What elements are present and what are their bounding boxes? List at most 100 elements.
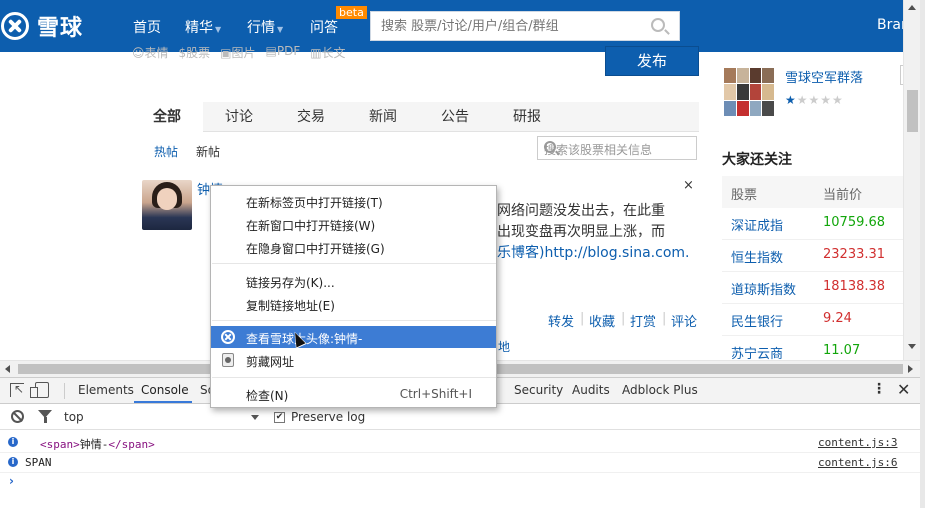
menu-open-new-tab[interactable]: 在新标签页中打开链接(T) [211,190,496,212]
stock-name[interactable]: 民生银行 [731,311,783,330]
console-message-text[interactable]: <span>钟情-</span> [40,436,155,452]
close-icon[interactable]: × [683,178,694,193]
stock-name[interactable]: 恒生指数 [731,247,783,266]
stock-tool[interactable]: $股票 [179,44,211,61]
menu-copy-link[interactable]: 复制链接地址(E) [211,293,496,315]
table-row[interactable]: 民生银行 9.24 [722,304,903,336]
menu-separator [212,377,496,378]
nav-market[interactable]: 行情 ▼ [247,17,283,37]
post-text: 出现变盘再次明显上涨，而 [497,224,665,240]
console-prompt[interactable]: › [9,474,14,488]
subtab-hot[interactable]: 热帖 [154,143,178,160]
tab-research[interactable]: 研报 [491,102,563,132]
page: 雪球 首页 精华▼ 行情▼ 问答 beta Bran ☺表情 $股票 ▣图片 ▤… [0,0,925,508]
tab-announcement[interactable]: 公告 [419,102,491,132]
favorite-link[interactable]: 收藏 [589,311,615,330]
menu-separator [212,263,496,264]
menu-save-link-as[interactable]: 链接另存为(K)... [211,270,496,292]
source-link[interactable]: content.js:3 [818,436,897,449]
next-post-fragment[interactable]: 地 [498,338,510,355]
search-icon[interactable] [651,18,665,32]
scroll-thumb[interactable] [907,90,918,132]
xueqiu-logo[interactable]: 雪球 [0,11,83,41]
post-text-line: 出现变盘再次明显上涨，而 [497,221,665,241]
tab-all[interactable]: 全部 [131,102,203,132]
info-icon: i [8,457,18,467]
price-col-header: 当前价 [823,188,863,203]
divider: | [621,311,626,326]
vertical-scrollbar[interactable] [903,0,920,360]
pdf-tool[interactable]: ▤PDF [266,44,301,61]
tab-security[interactable]: Security [514,383,563,397]
emoji-tool[interactable]: ☺表情 [132,44,169,61]
more-options-icon[interactable]: ⋮ [872,381,886,397]
scroll-down-icon[interactable] [908,344,916,349]
chevron-down-icon[interactable] [251,415,259,420]
subtab-new[interactable]: 新帖 [196,143,220,160]
avatar[interactable] [142,180,192,230]
nav-qa[interactable]: 问答 [310,17,338,37]
table-row[interactable]: 深证成指 10759.68 [722,208,903,240]
tab-adblock-plus[interactable]: Adblock Plus [622,383,698,397]
post-text-line: 乐博客)http://blog.sina.com. [497,242,689,262]
source-link[interactable]: content.js:6 [818,456,897,469]
group-avatar-grid[interactable] [724,68,774,116]
group-name-link[interactable]: 雪球空军群落 [785,67,863,86]
scroll-up-icon[interactable] [908,5,916,10]
logo-text: 雪球 [37,16,84,41]
post-text: 网络问题没发出去，在此重 [497,203,665,219]
menu-item-label: 复制链接地址(E) [246,299,335,313]
tab-news[interactable]: 新闻 [347,102,419,132]
table-row[interactable]: 道琼斯指数 18138.38 [722,272,903,304]
scroll-left-icon[interactable] [5,365,10,373]
nav-featured-label: 精华 [185,20,213,36]
site-search-input[interactable] [371,12,641,40]
tab-trade[interactable]: 交易 [275,102,347,132]
scroll-right-icon[interactable] [908,365,913,373]
comment-link[interactable]: 评论 [671,311,697,330]
html-close-tag: </span> [108,438,155,451]
context-selector[interactable]: top [64,410,84,424]
blog-link-text[interactable]: 乐博客) [497,245,544,261]
menu-view-avatar[interactable]: 查看雪球大头像:钟情- [211,326,496,348]
search-icon[interactable] [544,141,556,153]
menu-item-label: 在隐身窗口中打开链接(G) [246,242,385,256]
preserve-log-checkbox[interactable]: ✔ [274,412,285,423]
menu-inspect[interactable]: 检查(N) Ctrl+Shift+I [211,383,496,405]
long-article-tool[interactable]: ▥长文 [310,44,345,61]
tab-console[interactable]: Console [141,383,189,397]
menu-item-label: 在新窗口中打开链接(W) [246,219,376,233]
close-icon[interactable]: ✕ [897,380,910,399]
nav-home[interactable]: 首页 [133,17,161,37]
repost-link[interactable]: 转发 [548,311,574,330]
tab-audits[interactable]: Audits [572,383,610,397]
menu-clip-url[interactable]: 剪藏网址 [211,349,496,371]
tab-elements[interactable]: Elements [78,383,134,397]
blog-url-link[interactable]: http://blog.sina.com. [544,245,689,261]
image-tool[interactable]: ▣图片 [220,44,255,61]
composer-tools: ☺表情 $股票 ▣图片 ▤PDF ▥长文 [132,44,346,61]
menu-open-incognito[interactable]: 在隐身窗口中打开链接(G) [211,236,496,258]
filter-icon[interactable] [38,410,52,423]
post-text-line: 网络问题没发出去，在此重 [497,200,665,220]
stock-price: 9.24 [823,311,852,326]
html-content: 钟情- [79,438,109,451]
clear-console-icon[interactable] [11,410,24,423]
nav-featured[interactable]: 精华 ▼ [185,17,221,37]
stock-name[interactable]: 道琼斯指数 [731,279,796,298]
xueqiu-logo-icon [1,12,29,40]
feed-tabs: 全部 讨论 交易 新闻 公告 研报 [131,102,699,132]
device-toolbar-icon[interactable] [30,382,49,398]
publish-button[interactable]: 发布 [605,46,699,76]
stock-col-header: 股票 [731,188,758,203]
table-row[interactable]: 恒生指数 23233.31 [722,240,903,272]
preserve-log-label: Preserve log [291,410,366,424]
stock-name[interactable]: 深证成指 [731,215,783,234]
menu-open-new-window[interactable]: 在新窗口中打开链接(W) [211,213,496,235]
tab-discussion[interactable]: 讨论 [203,102,275,132]
tip-link[interactable]: 打赏 [630,311,656,330]
active-tab-indicator [134,401,192,403]
stock-info-search[interactable]: 搜索该股票相关信息 [537,136,697,160]
inspect-element-icon[interactable] [10,382,24,397]
menu-item-label: 剪藏网址 [246,355,295,369]
